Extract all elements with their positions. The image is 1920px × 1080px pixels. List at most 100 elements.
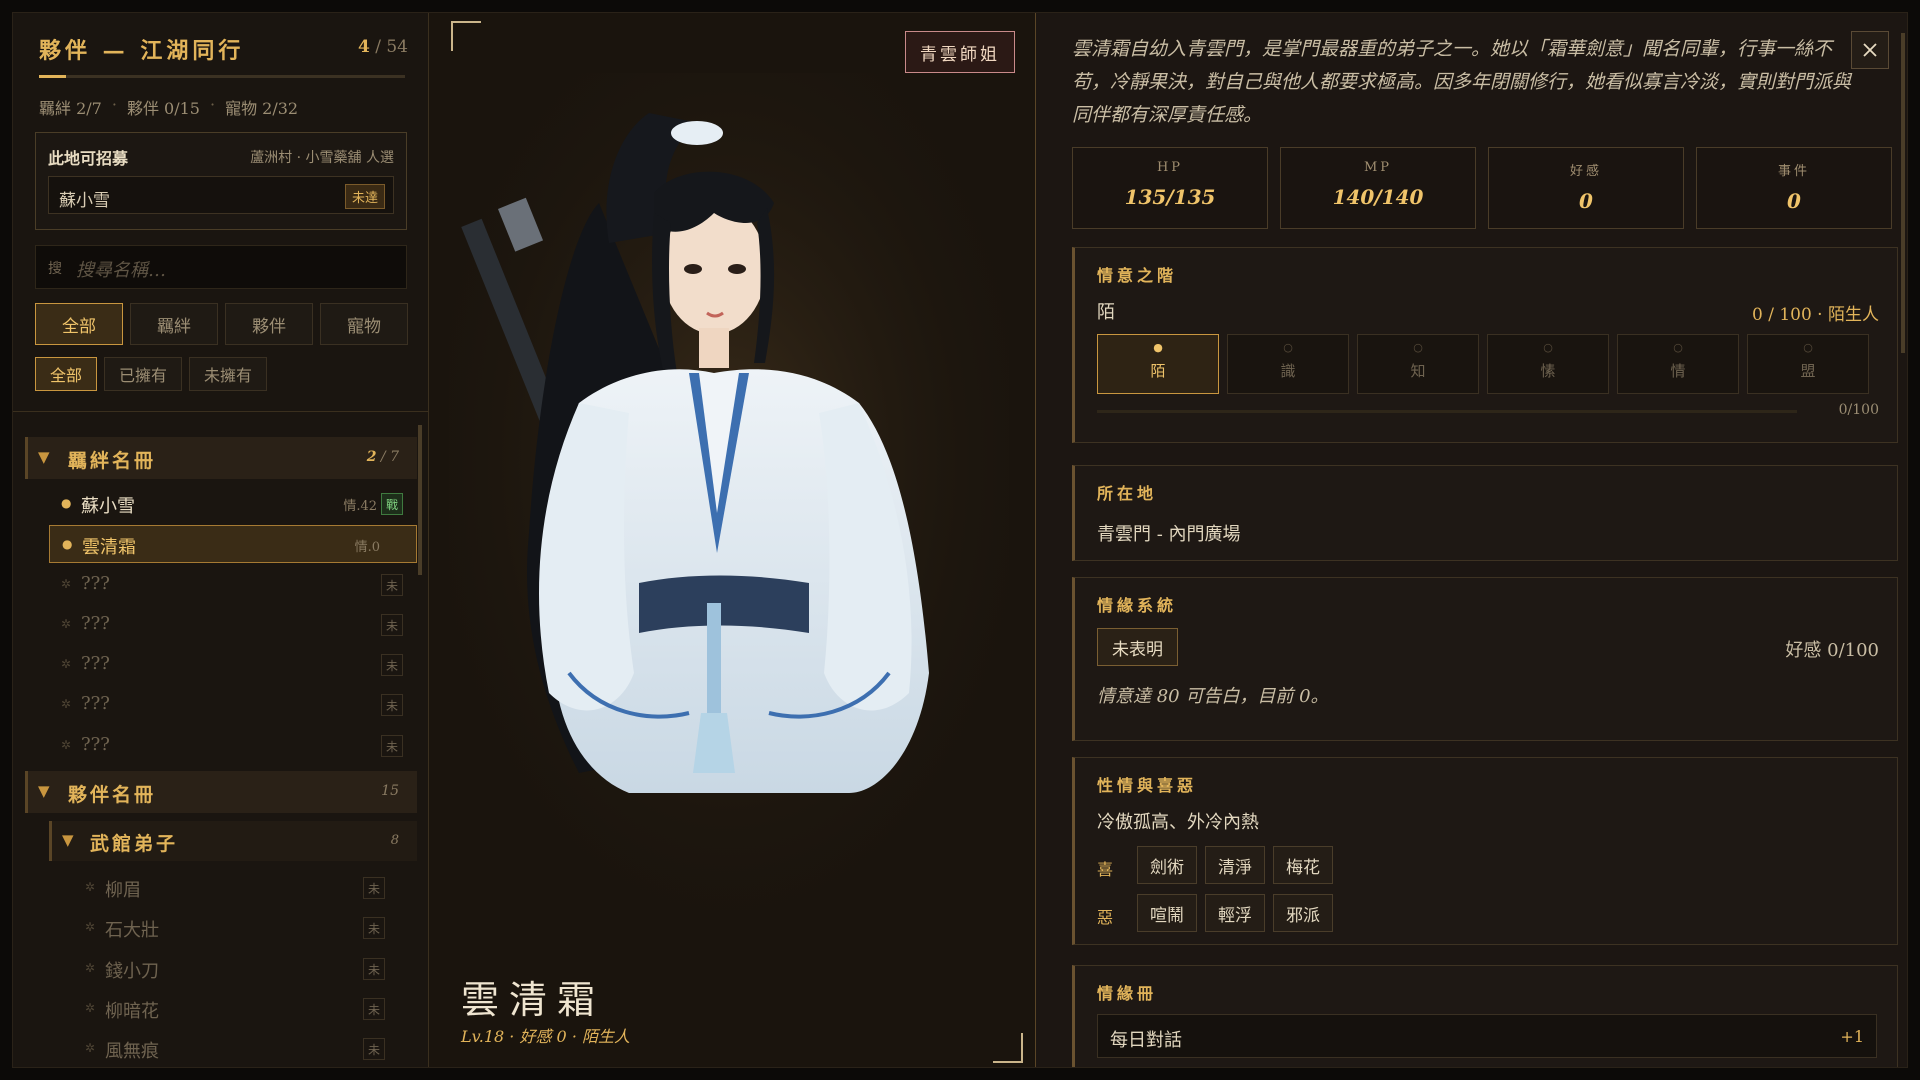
dislike-tag[interactable]: 邪派 [1273, 894, 1333, 932]
companion-item-yun-qingshuang[interactable]: ● 雲清霜 情.0 [49, 525, 417, 563]
likes-label: 喜 [1097, 860, 1114, 879]
stat-value: 140/140 [1332, 185, 1424, 209]
chevron-down-icon: ▼ [62, 831, 74, 849]
locked-dot-icon: ✲ [61, 577, 72, 591]
stage-label: 愫 [1540, 362, 1556, 380]
detail-scrollbar[interactable] [1901, 33, 1905, 353]
companion-item-locked[interactable]: ✲ 柳暗花 未 [73, 990, 393, 1028]
dislikes-label: 惡 [1097, 908, 1114, 927]
tab-all[interactable]: 全部 [35, 303, 123, 345]
unowned-badge: 未 [363, 958, 385, 980]
frame-corner [451, 21, 481, 51]
stage-dot-icon: ○ [1543, 341, 1553, 354]
companion-name: ??? [81, 734, 110, 755]
character-portrait-panel: 青雲師姐 雲清霜 Lv.18 · 好感 0 · 陌生人 [429, 13, 1035, 1067]
card-heading: 情意之階 [1097, 266, 1178, 285]
companion-name: ??? [81, 653, 110, 674]
list-scrollbar[interactable] [418, 425, 422, 575]
stage-dot-icon: ● [1153, 341, 1163, 354]
stage-step[interactable]: ● 陌 [1097, 334, 1219, 394]
title-badge: 青雲師姐 [905, 31, 1015, 73]
dislike-tag[interactable]: 喧鬧 [1137, 894, 1197, 932]
unowned-badge: 未 [381, 735, 403, 757]
stage-step[interactable]: ○ 識 [1227, 334, 1349, 394]
tab-pet[interactable]: 寵物 [320, 303, 408, 345]
stage-progress-text: 0 / 100 · 陌生人 [1751, 305, 1879, 325]
character-subtitle: Lv.18 · 好感 0 · 陌生人 [461, 1027, 630, 1046]
stat-favor: 好感 0 [1488, 147, 1684, 229]
stage-step[interactable]: ○ 知 [1357, 334, 1479, 394]
companion-item-locked[interactable]: ✲ ??? 未 [49, 727, 417, 765]
tab-partner[interactable]: 夥伴 [225, 303, 313, 345]
subsection-title: 武館弟子 [90, 833, 179, 855]
dislike-tag[interactable]: 輕浮 [1205, 894, 1265, 932]
search-input[interactable]: 搜 搜尋名稱… [35, 245, 407, 289]
like-tag[interactable]: 清淨 [1205, 846, 1265, 884]
stat-hp: HP 135/135 [1072, 147, 1268, 229]
locked-dot-icon: ✲ [85, 1001, 96, 1015]
unowned-badge: 未 [363, 998, 385, 1020]
divider [13, 411, 429, 412]
companion-item-locked[interactable]: ✲ 風無痕 未 [73, 1030, 393, 1067]
dislikes-list: 喧鬧 輕浮 邪派 [1137, 894, 1333, 932]
character-name: 雲清霜 [461, 978, 606, 1022]
filter-owned[interactable]: 已擁有 [104, 357, 183, 391]
companion-name: ??? [81, 573, 110, 594]
owned-dot-icon: ● [62, 537, 73, 551]
location-value: 青雲門 - 內門廣場 [1097, 524, 1241, 545]
unowned-badge: 未 [363, 877, 385, 899]
companion-item-locked[interactable]: ✲ ??? 未 [49, 566, 417, 604]
personality-card: 性情與喜惡 冷傲孤高、外冷內熱 喜 劍術 清淨 梅花 惡 喧鬧 輕浮 邪派 [1072, 757, 1898, 945]
stat-label: HP [1156, 160, 1184, 175]
stat-mp: MP 140/140 [1280, 147, 1476, 229]
companion-item-locked[interactable]: ✲ 石大壯 未 [73, 909, 393, 947]
romance-favor: 好感 0/100 [1785, 640, 1879, 661]
current-stage: 陌 [1097, 302, 1115, 323]
tab-bond[interactable]: 羈絆 [130, 303, 218, 345]
companion-name: 錢小刀 [105, 961, 159, 982]
stage-step[interactable]: ○ 盟 [1747, 334, 1869, 394]
like-tag[interactable]: 劍術 [1137, 846, 1197, 884]
companion-item-locked[interactable]: ✲ 錢小刀 未 [73, 950, 393, 988]
filter-all[interactable]: 全部 [35, 357, 98, 391]
locked-dot-icon: ✲ [61, 617, 72, 631]
in-battle-badge: 戰 [381, 493, 403, 515]
stage-label: 情 [1670, 362, 1686, 380]
recruit-row[interactable]: 蘇小雪 未達 [48, 176, 394, 214]
stat-partner: 夥伴 0/15 [126, 99, 200, 118]
companion-item-locked[interactable]: ✲ ??? 未 [49, 686, 417, 724]
stage-step[interactable]: ○ 愫 [1487, 334, 1609, 394]
companion-item-locked[interactable]: ✲ ??? 未 [49, 646, 417, 684]
section-partner-roster[interactable]: ▼ 夥伴名冊 15 [25, 771, 417, 813]
companion-item-locked[interactable]: ✲ ??? 未 [49, 606, 417, 644]
filter-unowned[interactable]: 未擁有 [189, 357, 268, 391]
frame-corner [993, 1033, 1023, 1063]
card-heading: 性情與喜惡 [1097, 776, 1198, 795]
companion-name: 蘇小雪 [81, 496, 135, 517]
card-heading: 情緣冊 [1097, 984, 1158, 1003]
companion-name: 雲清霜 [82, 537, 136, 558]
stage-step[interactable]: ○ 情 [1617, 334, 1739, 394]
chevron-down-icon: ▼ [38, 782, 50, 800]
event-row[interactable]: 每日對話 +1 [1097, 1014, 1877, 1058]
character-portrait [449, 73, 1009, 933]
owned-dot-icon: ● [61, 496, 72, 510]
close-button[interactable] [1851, 31, 1889, 69]
romance-status-badge: 未表明 [1097, 628, 1178, 666]
game-window: 夥伴 — 江湖同行 4 / 54 羈絆 2/7 · 夥伴 0/15 · 寵物 2… [12, 12, 1908, 1068]
stat-row: HP 135/135 MP 140/140 好感 0 事件 0 [1072, 147, 1892, 229]
like-tag[interactable]: 梅花 [1273, 846, 1333, 884]
companion-item-locked[interactable]: ✲ 柳眉 未 [73, 869, 393, 907]
locked-dot-icon: ✲ [61, 657, 72, 671]
companion-item-su-xiaoxue[interactable]: ● 蘇小雪 情.42 戰 [49, 485, 417, 523]
recruit-source: 蘆洲村 · 小雪藥舖 人選 [250, 150, 394, 166]
stat-events: 事件 0 [1696, 147, 1892, 229]
unowned-badge: 未 [381, 574, 403, 596]
affection-bar-text: 0/100 [1838, 402, 1879, 418]
stage-dot-icon: ○ [1283, 341, 1293, 354]
subsection-school-disciples[interactable]: ▼ 武館弟子 8 [49, 821, 417, 861]
section-bond-roster[interactable]: ▼ 羈絆名冊 2 / 7 [25, 437, 417, 479]
close-icon [1863, 43, 1877, 57]
affection-progress-bar [1097, 410, 1797, 413]
event-log-card: 情緣冊 每日對話 +1 [1072, 965, 1898, 1067]
